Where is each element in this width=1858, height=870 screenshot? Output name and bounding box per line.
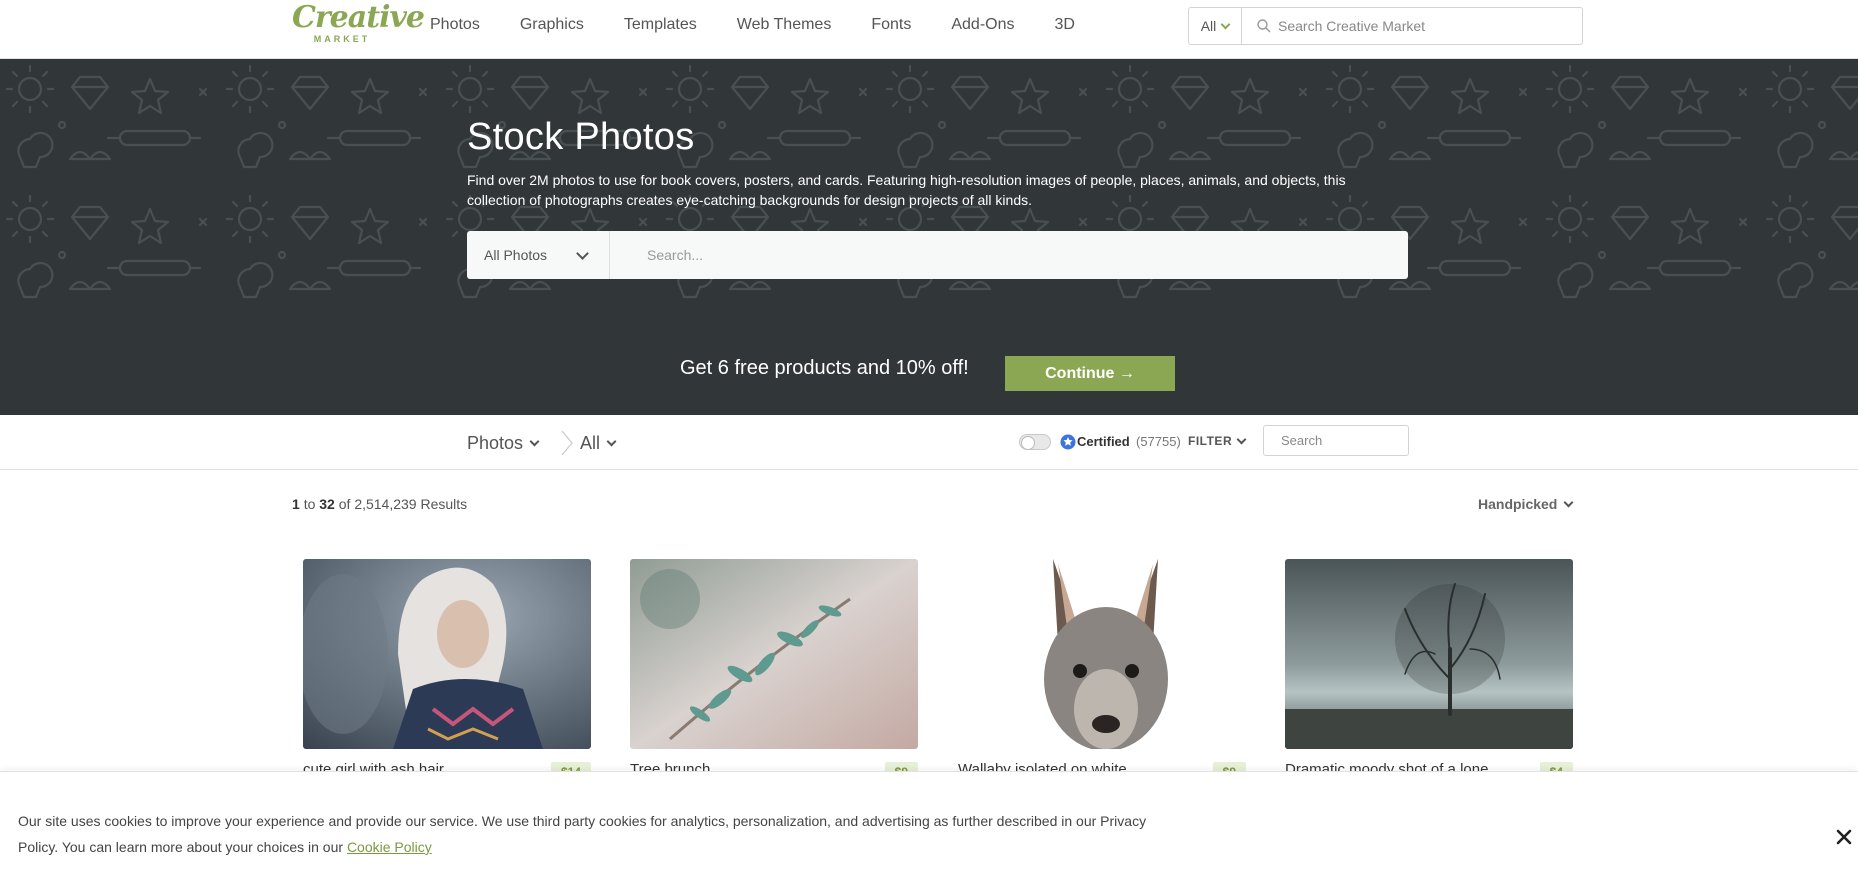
breadcrumb-category-label: Photos: [467, 433, 524, 453]
sort-value: Handpicked: [1478, 496, 1558, 512]
continue-button[interactable]: Continue →: [1005, 356, 1175, 391]
results-to-word: to: [303, 496, 316, 512]
sort-dropdown[interactable]: Handpicked: [1478, 496, 1574, 512]
photo-category-select[interactable]: All Photos: [467, 231, 610, 279]
results-search-input[interactable]: [1273, 426, 1457, 455]
results-to: 32: [319, 496, 335, 512]
certified-badge-icon: [1060, 434, 1076, 450]
top-nav: Creative MARKET Photos Graphics Template…: [0, 0, 1858, 59]
global-search: All: [1188, 7, 1583, 45]
product-thumbnail[interactable]: [1285, 559, 1573, 749]
photo-search-input[interactable]: [610, 231, 1408, 279]
lone-tree-photo: [1285, 559, 1573, 749]
search-scope-value: All: [1200, 18, 1217, 34]
breadcrumb-subcategory[interactable]: All: [580, 433, 617, 454]
product-thumbnail[interactable]: [630, 559, 918, 749]
filter-bar: Photos All Certified (57755) FILTER: [0, 415, 1858, 470]
cookie-message: Our site uses cookies to improve your ex…: [18, 808, 1148, 860]
girl-portrait-photo: [303, 559, 591, 749]
page-description: Find over 2M photos to use for book cove…: [467, 172, 1346, 208]
nav-link-graphics[interactable]: Graphics: [520, 0, 584, 50]
logo-wordmark: Creative: [292, 0, 425, 35]
breadcrumb-subcategory-label: All: [580, 433, 601, 453]
results-suffix: Results: [420, 496, 468, 512]
nav-link-photos[interactable]: Photos: [430, 0, 480, 50]
results-count: 1 to 32 of 2,514,239 Results: [292, 496, 467, 512]
close-icon[interactable]: [1835, 828, 1853, 846]
product-thumbnail[interactable]: [958, 559, 1246, 749]
chevron-down-icon: [606, 436, 617, 447]
hero-banner: Stock Photos Find over 2M photos to use …: [0, 59, 1858, 415]
chevron-down-icon: [576, 247, 589, 260]
breadcrumb-separator-icon: [561, 430, 573, 456]
creative-market-logo[interactable]: Creative MARKET: [292, 0, 425, 45]
page-title: Stock Photos: [467, 116, 695, 158]
photo-category-value: All Photos: [484, 247, 548, 263]
search-scope-select[interactable]: All: [1189, 8, 1242, 44]
chevron-down-icon: [529, 436, 540, 447]
product-card[interactable]: cute girl with ash hair $14: [303, 559, 591, 782]
certified-label: Certified: [1077, 434, 1130, 449]
chevron-down-icon: [1220, 19, 1231, 29]
chevron-down-icon: [1236, 434, 1247, 444]
product-card[interactable]: Tree brunch $9: [630, 559, 918, 782]
results-search: [1263, 425, 1457, 456]
product-card[interactable]: Wallaby isolated on white $9: [958, 559, 1246, 782]
nav-link-3d[interactable]: 3D: [1054, 0, 1074, 50]
photo-search-bar: All Photos: [467, 231, 1408, 279]
filter-label: FILTER: [1188, 434, 1233, 448]
tree-branch-photo: [630, 559, 918, 749]
wallaby-photo: [958, 559, 1246, 749]
promo-text: Get 6 free products and 10% off!: [680, 357, 969, 379]
search-icon: [1257, 19, 1271, 33]
results-of-word: of: [338, 496, 351, 512]
nav-link-fonts[interactable]: Fonts: [871, 0, 911, 50]
global-search-input[interactable]: [1272, 8, 1582, 44]
certified-toggle[interactable]: [1019, 434, 1051, 450]
chevron-down-icon: [1563, 497, 1574, 507]
product-card[interactable]: Dramatic moody shot of a lone $4: [1285, 559, 1573, 782]
product-thumbnail[interactable]: [303, 559, 591, 749]
breadcrumb-category[interactable]: Photos: [467, 433, 540, 454]
cookie-banner: Our site uses cookies to improve your ex…: [0, 771, 1858, 870]
results-from: 1: [292, 496, 300, 512]
certified-count: (57755): [1136, 434, 1181, 449]
cookie-text: Our site uses cookies to improve your ex…: [18, 813, 1147, 855]
filter-dropdown[interactable]: FILTER: [1188, 434, 1247, 448]
nav-link-add-ons[interactable]: Add-Ons: [951, 0, 1014, 50]
category-nav: Photos Graphics Templates Web Themes Fon…: [430, 0, 1115, 50]
nav-link-templates[interactable]: Templates: [624, 0, 697, 50]
logo-subtitle: MARKET: [313, 34, 371, 44]
results-total: 2,514,239: [354, 496, 417, 512]
nav-link-web-themes[interactable]: Web Themes: [737, 0, 832, 50]
cookie-policy-link[interactable]: Cookie Policy: [347, 839, 432, 855]
